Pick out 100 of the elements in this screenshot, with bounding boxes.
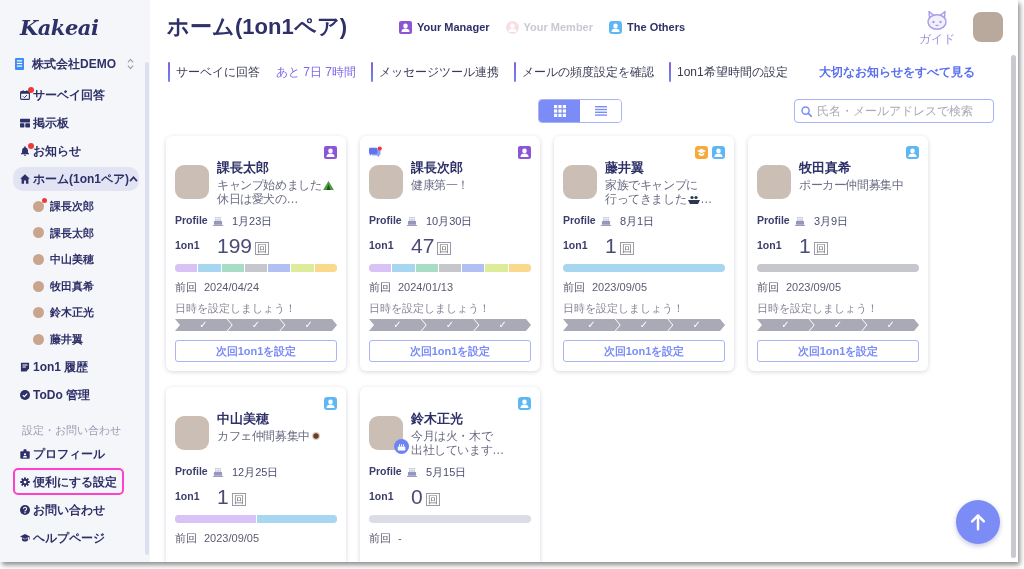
- member-link[interactable]: 牧田真希: [0, 272, 94, 300]
- notice-link[interactable]: サーベイに回答: [176, 63, 260, 81]
- grid-view-button[interactable]: [539, 100, 580, 122]
- photo-placeholder: [369, 165, 403, 199]
- person-icon: [518, 145, 531, 159]
- view-toggle[interactable]: [538, 99, 622, 123]
- scrollbar-thumb[interactable]: [1011, 55, 1016, 558]
- cake-icon: [601, 216, 611, 226]
- count-label: 1on1: [175, 489, 201, 505]
- notice-link[interactable]: 1on1希望時間の設定: [677, 63, 788, 81]
- step-chevron: ✓: [421, 319, 479, 331]
- photo-placeholder: [563, 165, 597, 199]
- member-link[interactable]: 藤井翼: [0, 325, 83, 353]
- nav-item[interactable]: 便利にする設定: [13, 468, 124, 496]
- profile-label: Profile: [175, 464, 209, 480]
- count-value: 1: [799, 235, 811, 257]
- cake-icon: [213, 467, 223, 477]
- status-text: ポーカー仲間募集中: [799, 178, 904, 192]
- person-icon: [906, 145, 919, 159]
- previous-label: 前回: [369, 530, 391, 546]
- count-unit: 回: [619, 242, 634, 255]
- count-label: 1on1: [757, 238, 783, 254]
- help-icon: [20, 504, 30, 515]
- previous-label: 前回: [175, 279, 197, 295]
- birthday-date: 1月23日: [232, 213, 273, 229]
- member-link[interactable]: 課長次郎: [0, 193, 94, 220]
- nav-item[interactable]: 1on1 履歴: [13, 354, 139, 379]
- avatar-icon: [33, 307, 44, 319]
- app-logo[interactable]: Kakeai: [20, 16, 99, 40]
- section-label: 設定・お問い合わせ: [22, 422, 121, 438]
- boat-icon: [688, 194, 701, 204]
- person-icon: [712, 145, 725, 159]
- deadline-text: あと 7日 7時間: [276, 64, 356, 81]
- nav-item[interactable]: ヘルプページ: [13, 525, 139, 550]
- profile-label: Profile: [175, 213, 209, 229]
- person-icon: [518, 396, 531, 410]
- photo-placeholder: [369, 416, 403, 450]
- search-icon: [801, 105, 812, 117]
- step-chevron: ✓: [227, 319, 285, 331]
- legend-label[interactable]: Your Manager: [417, 18, 490, 36]
- count-unit: 回: [813, 242, 828, 255]
- member-name[interactable]: 鈴木正光: [411, 411, 504, 427]
- count-value: 1: [605, 235, 617, 257]
- scroll-top-button[interactable]: [956, 500, 1000, 544]
- member-name[interactable]: 課長次郎: [411, 160, 469, 176]
- nav-item[interactable]: ToDo 管理: [13, 382, 139, 407]
- count-value: 199: [217, 235, 253, 257]
- person-icon: [324, 396, 337, 410]
- previous-date: 2023/09/05: [204, 530, 260, 546]
- member-name[interactable]: 牧田真希: [799, 160, 904, 176]
- status-text: 休日は愛犬の…: [217, 192, 299, 206]
- board-icon: [20, 118, 30, 128]
- status-text: キャンプ始めました: [217, 178, 322, 192]
- member-name[interactable]: 課長太郎: [217, 160, 335, 176]
- cake-icon: [407, 467, 417, 477]
- birthday-date: 12月25日: [232, 464, 279, 480]
- count-value: 47: [411, 235, 435, 257]
- member-link[interactable]: 鈴木正光: [0, 299, 94, 326]
- person-icon: [609, 20, 622, 34]
- status-text: 家族でキャンプに: [605, 178, 698, 192]
- member-link[interactable]: 中山美穂: [0, 246, 94, 273]
- step-chevron: ✓: [175, 319, 232, 331]
- hint-text: 日時を設定しましょう！: [563, 302, 685, 314]
- status-text: 健康第一！: [411, 178, 469, 192]
- id-badge-icon: [20, 448, 30, 459]
- see-all-link[interactable]: 大切なお知らせをすべて見る: [818, 63, 975, 81]
- step-chevron: ✓: [474, 319, 531, 331]
- arrow-up-icon: [969, 513, 987, 531]
- legend-label[interactable]: The Others: [627, 18, 686, 36]
- count-label: 1on1: [563, 238, 589, 254]
- profile-label: Profile: [369, 213, 403, 229]
- search-field[interactable]: 氏名・メールアドレスで検索: [794, 99, 994, 123]
- previous-date: 2023/09/05: [786, 279, 842, 295]
- grid-icon: [553, 105, 566, 117]
- person-icon: [399, 20, 412, 34]
- member-name[interactable]: 藤井翼: [605, 160, 712, 176]
- profile-label: Profile: [563, 213, 597, 229]
- cat-face-icon[interactable]: [925, 10, 949, 30]
- avatar-icon: [33, 333, 44, 345]
- calendar-check-icon: [20, 90, 30, 100]
- previous-label: 前回: [369, 279, 391, 295]
- notice-link[interactable]: メッセージツール連携: [379, 63, 499, 81]
- previous-date: 2024/04/24: [204, 279, 260, 295]
- member-name[interactable]: 中山美穂: [217, 411, 320, 427]
- nav-item[interactable]: 掲示板: [13, 111, 139, 135]
- photo-placeholder[interactable]: [973, 12, 1003, 42]
- previous-label: 前回: [563, 279, 585, 295]
- count-label: 1on1: [369, 238, 395, 254]
- nav-item[interactable]: お問い合わせ: [13, 497, 139, 522]
- birthday-date: 5月15日: [426, 464, 467, 480]
- nav-item[interactable]: サーベイ回答: [13, 83, 139, 107]
- notice-link[interactable]: メールの頻度設定を確認: [522, 63, 654, 81]
- nav-item[interactable]: ホーム(1on1ペア): [13, 167, 139, 191]
- nav-item[interactable]: プロフィール: [13, 441, 139, 466]
- birthday-date: 3月9日: [814, 213, 849, 229]
- step-chevron: ✓: [615, 319, 673, 331]
- member-link[interactable]: 課長太郎: [0, 219, 94, 247]
- person-icon: [324, 145, 337, 159]
- company-switcher[interactable]: 株式会社DEMO: [14, 54, 134, 74]
- nav-item[interactable]: お知らせ: [13, 139, 139, 163]
